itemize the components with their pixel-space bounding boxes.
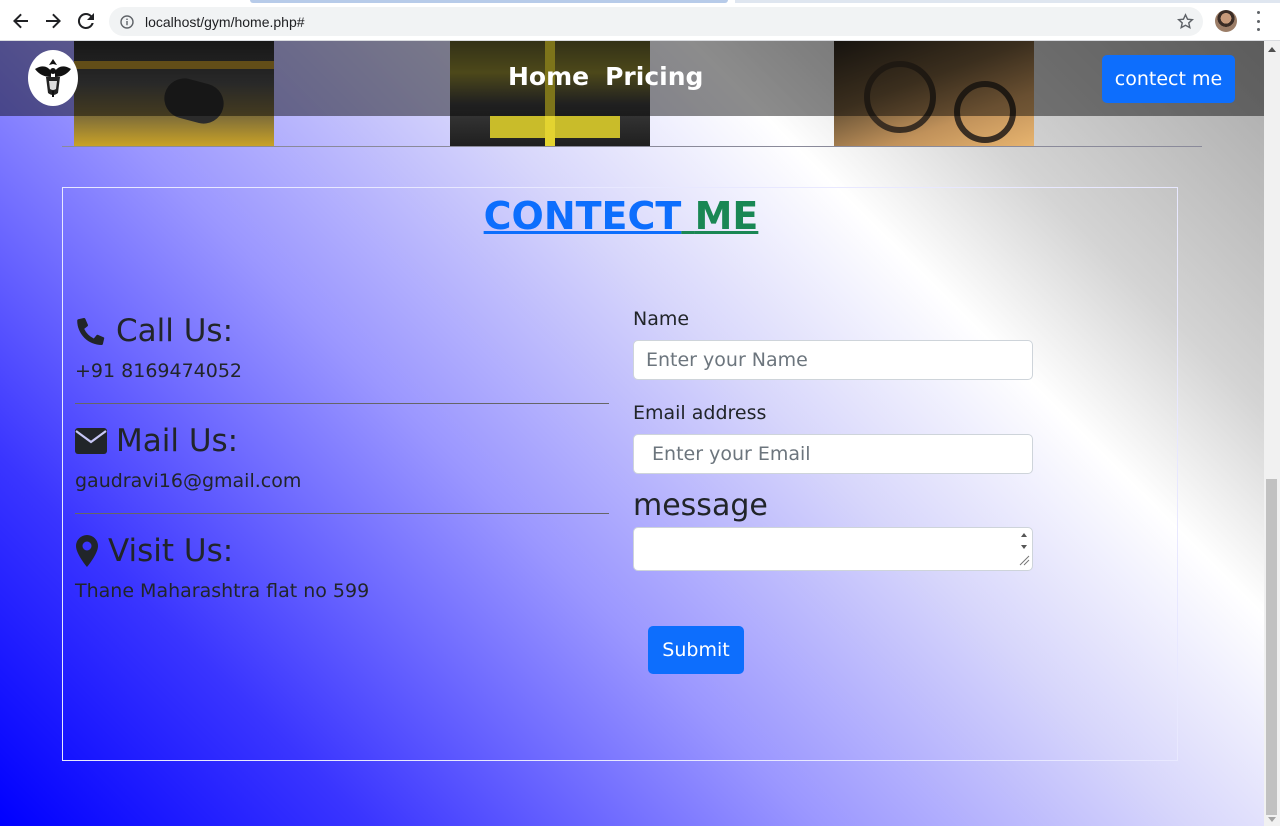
call-us-block: Call Us: +91 8169474052 — [75, 310, 609, 420]
map-marker-icon — [75, 535, 99, 567]
submit-button[interactable]: Submit — [648, 626, 744, 674]
name-input[interactable] — [633, 340, 1033, 380]
logo-emblem-icon — [35, 59, 71, 97]
info-divider — [75, 403, 609, 404]
kebab-menu-icon[interactable] — [1250, 11, 1266, 31]
visit-us-block: Visit Us: Thane Maharashtra flat no 599 — [75, 530, 609, 640]
email-label: Email address — [633, 402, 767, 424]
url-text: localhost/gym/home.php# — [145, 13, 305, 30]
message-label: message — [633, 488, 768, 523]
nav-links: Home Pricing — [508, 61, 703, 93]
info-icon[interactable] — [119, 14, 135, 30]
page-viewport: Home Pricing contect me CONTECT ME Call … — [0, 41, 1264, 826]
call-us-heading: Call Us: — [116, 313, 234, 349]
contact-title-word2: ME — [694, 194, 759, 238]
star-icon[interactable] — [1176, 13, 1195, 34]
contact-me-button[interactable]: contect me — [1102, 55, 1235, 103]
envelope-icon — [75, 425, 107, 457]
section-divider — [62, 146, 1202, 147]
forward-button[interactable] — [40, 8, 66, 34]
mail-us-heading: Mail Us: — [116, 423, 239, 459]
reload-icon — [77, 12, 94, 29]
name-label: Name — [633, 308, 690, 330]
active-tab-indicator — [250, 0, 728, 3]
visit-us-heading: Visit Us: — [108, 533, 234, 569]
back-arrow-icon — [13, 13, 28, 29]
scroll-up-icon[interactable] — [1268, 47, 1276, 52]
info-divider — [75, 513, 609, 514]
gym-logo[interactable] — [28, 50, 78, 106]
browser-toolbar: localhost/gym/home.php# — [0, 0, 1280, 41]
phone-icon — [75, 315, 107, 347]
email-input[interactable] — [633, 434, 1033, 474]
contact-title: CONTECT ME — [63, 194, 1179, 238]
profile-avatar[interactable] — [1215, 10, 1237, 32]
back-button[interactable] — [8, 8, 34, 34]
contact-form: Name Email address message — [633, 308, 1033, 571]
contact-title-word1: CONTECT — [483, 194, 682, 238]
scroll-down-icon[interactable] — [1268, 817, 1276, 822]
forward-arrow-icon — [46, 13, 61, 29]
contact-section: CONTECT ME Call Us: +91 8169474052 Mail — [62, 187, 1178, 761]
phone-number: +91 8169474052 — [75, 360, 243, 382]
email-address: gaudravi16@gmail.com — [75, 470, 302, 492]
page-scrollbar[interactable] — [1264, 41, 1280, 826]
nav-link-home[interactable]: Home — [508, 61, 589, 93]
reload-button[interactable] — [73, 8, 99, 34]
nav-link-pricing[interactable]: Pricing — [605, 61, 703, 93]
tab-strip — [735, 0, 1280, 3]
site-navbar: Home Pricing contect me — [0, 41, 1264, 116]
visit-address: Thane Maharashtra flat no 599 — [75, 580, 370, 602]
textarea-resize-icon[interactable] — [1017, 529, 1031, 567]
mail-us-block: Mail Us: gaudravi16@gmail.com — [75, 420, 609, 530]
contact-info: Call Us: +91 8169474052 Mail Us: gaudrav… — [75, 310, 609, 640]
message-textarea[interactable] — [633, 527, 1033, 571]
address-bar[interactable]: localhost/gym/home.php# — [109, 7, 1203, 36]
scrollbar-thumb[interactable] — [1266, 479, 1277, 815]
